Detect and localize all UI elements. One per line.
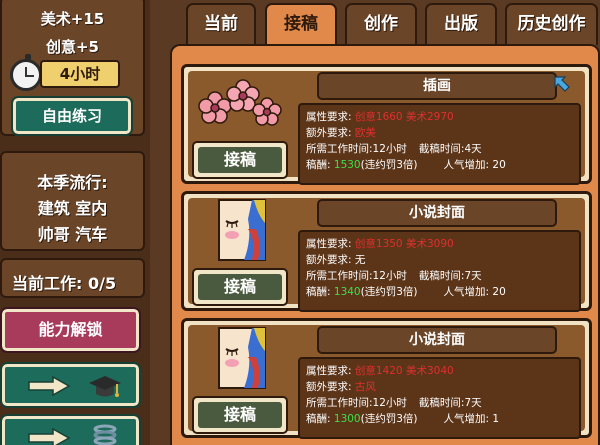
trend-line-2: 帅哥 汽车	[37, 225, 108, 244]
portrait-illustration-icon	[218, 327, 266, 389]
work-hours: 12小时	[372, 270, 407, 282]
popularity-gain: 20	[492, 159, 506, 171]
deadline: 7天	[464, 397, 482, 409]
extra-requirement: 古风	[354, 381, 376, 393]
reward-amount: 1340	[333, 286, 361, 298]
sidebar: 美术+15 创意+5 4小时 自由练习 本季流行: 建筑 室内 帅哥 汽车 当前…	[0, 0, 150, 445]
art-stat: 美术+15	[40, 10, 105, 28]
tab-publish[interactable]: 出版	[425, 3, 497, 45]
season-trend-panel: 本季流行: 建筑 室内 帅哥 汽车	[0, 151, 145, 251]
portrait-illustration-icon	[218, 199, 266, 261]
graduation-cap-icon	[89, 376, 121, 397]
stats-panel: 美术+15 创意+5 4小时 自由练习	[0, 0, 145, 136]
job-details: 属性要求: 创意1660 美术2970 额外要求: 欧美 所需工作时间:12小时…	[298, 103, 581, 185]
arrow-right-icon	[28, 428, 71, 445]
trend-title: 本季流行:	[37, 173, 108, 192]
tab-current[interactable]: 当前	[186, 3, 256, 45]
current-work-count: 当前工作: 0/5	[12, 274, 117, 293]
flower-illustration-icon	[198, 79, 282, 126]
stopwatch-icon	[10, 54, 42, 91]
ability-unlock-button[interactable]: 能力解锁	[0, 307, 141, 353]
work-hours: 12小时	[372, 143, 407, 155]
job-details: 属性要求: 创意1420 美术3040 额外要求: 古风 所需工作时间:12小时…	[298, 357, 581, 439]
art-requirement: 美术3040	[405, 365, 454, 377]
job-title: 插画	[317, 72, 557, 100]
time-remaining: 4小时	[40, 60, 120, 88]
accept-job-button[interactable]: 接稿	[192, 141, 288, 179]
popularity-gain: 20	[492, 286, 506, 298]
arrow-right-icon	[28, 376, 71, 396]
reward-amount: 1300	[333, 413, 361, 425]
tab-accept-jobs[interactable]: 接稿	[265, 3, 337, 45]
extra-requirement: 欧美	[354, 127, 376, 139]
creativity-requirement: 创意1660	[354, 111, 403, 123]
nav-button-study[interactable]	[0, 362, 141, 408]
extra-requirement: 无	[354, 254, 366, 266]
creativity-stat: 创意+5	[45, 38, 99, 56]
work-hours: 12小时	[372, 397, 407, 409]
deadline: 7天	[464, 270, 482, 282]
creativity-requirement: 创意1350	[354, 238, 403, 250]
tab-create[interactable]: 创作	[345, 3, 417, 45]
reward-amount: 1530	[333, 159, 361, 171]
deadline: 4天	[464, 143, 482, 155]
tab-history[interactable]: 历史创作	[505, 3, 598, 45]
job-title: 小说封面	[317, 199, 557, 227]
popularity-gain: 1	[492, 413, 500, 425]
job-details: 属性要求: 创意1350 美术3090 额外要求: 无 所需工作时间:12小时截…	[298, 230, 581, 312]
spring-coil-icon	[93, 424, 117, 445]
accept-job-button[interactable]: 接稿	[192, 396, 288, 434]
accept-job-button[interactable]: 接稿	[192, 268, 288, 306]
job-title: 小说封面	[317, 326, 557, 354]
nav-button-tools[interactable]	[0, 414, 141, 445]
free-practice-button[interactable]: 自由练习	[11, 96, 133, 136]
creativity-requirement: 创意1420	[354, 365, 403, 377]
art-requirement: 美术3090	[405, 238, 454, 250]
current-work-panel: 当前工作: 0/5	[0, 258, 145, 298]
art-requirement: 美术2970	[405, 111, 454, 123]
trend-line-1: 建筑 室内	[37, 199, 108, 218]
expand-arrow-icon[interactable]	[553, 75, 571, 93]
